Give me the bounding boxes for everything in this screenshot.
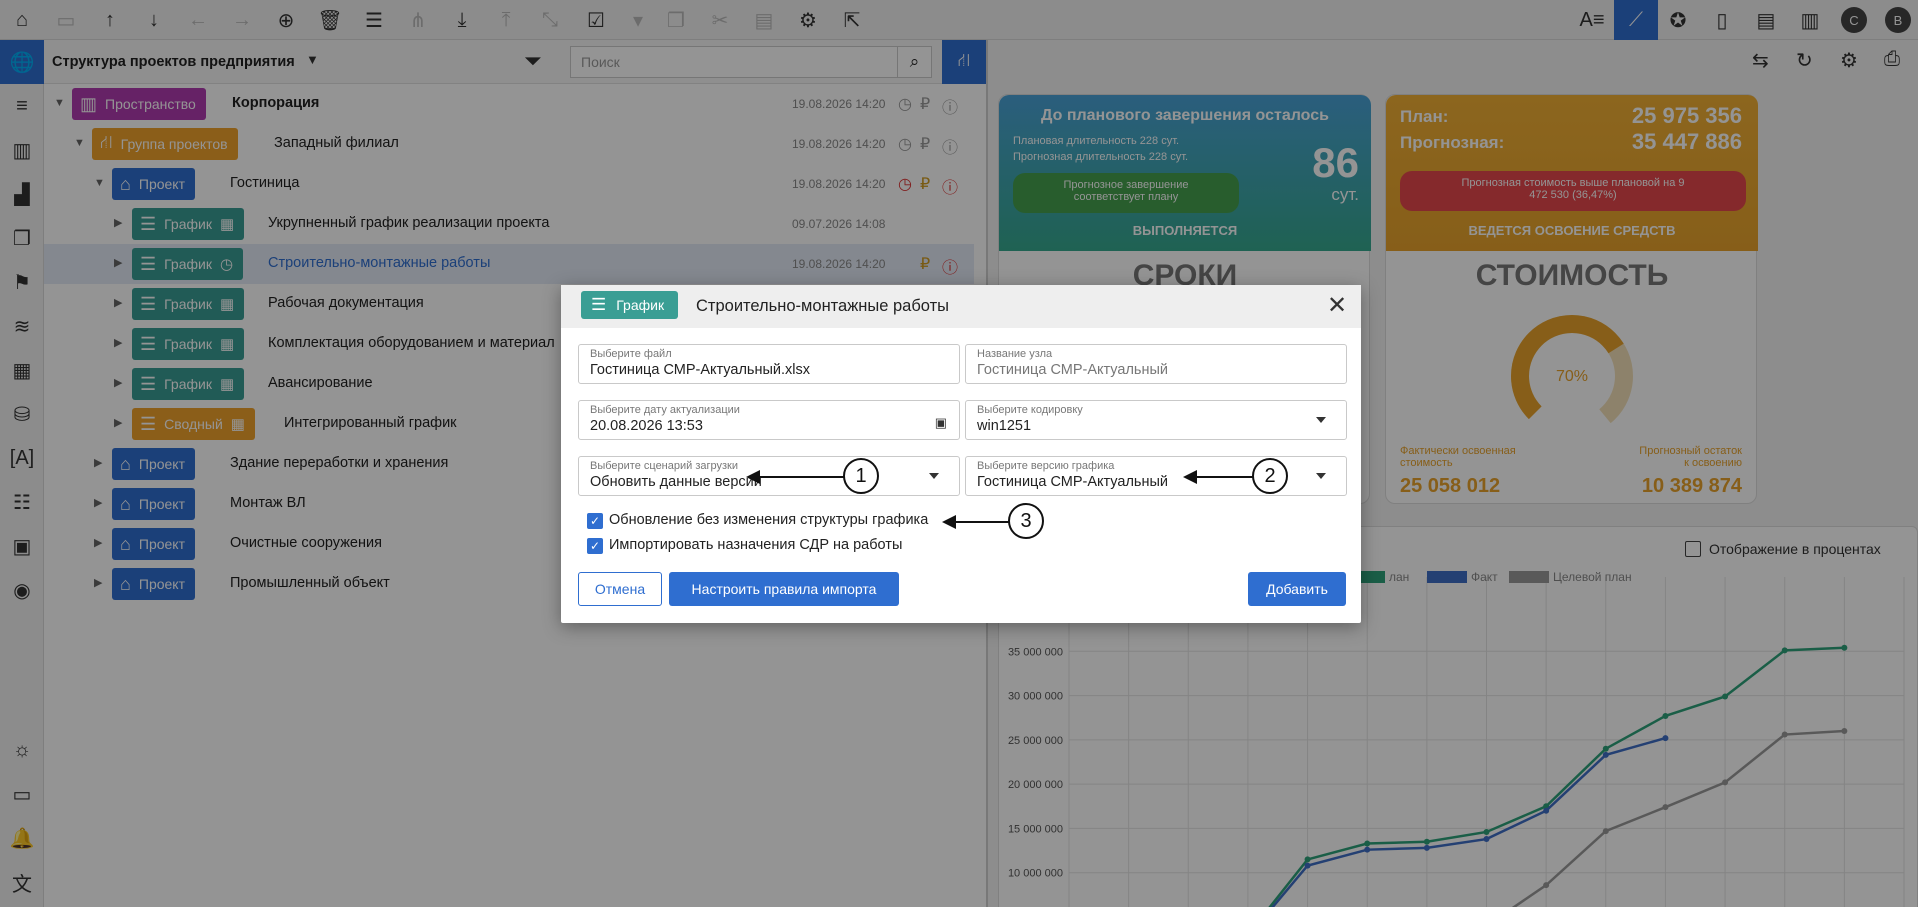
dialog-type-badge: ☰ График [581, 291, 679, 319]
close-icon[interactable]: ✕ [1323, 291, 1351, 319]
import-rules-button[interactable]: Настроить правила импорта [669, 572, 899, 606]
date-value: 20.08.2026 13:53 [590, 418, 703, 434]
callout-3: 3 [1008, 503, 1044, 539]
encoding-value: win1251 [977, 418, 1032, 434]
import-wbs-label: Импортировать назначения СДР на работы [609, 537, 903, 553]
callout-arrow-1 [746, 470, 846, 484]
encoding-label: Выберите кодировку [977, 404, 1083, 416]
node-name-field[interactable]: Название узла Гостиница СМР-Актуальный [965, 344, 1347, 384]
node-value: Гостиница СМР-Актуальный [977, 362, 1169, 378]
version-value: Гостиница СМР-Актуальный [977, 474, 1169, 490]
chevron-down-icon [1316, 417, 1326, 423]
import-dialog: ☰ График Строительно-монтажные работы ✕ … [561, 285, 1361, 623]
scenario-value: Обновить данные версии [590, 474, 762, 490]
cancel-button[interactable]: Отмена [578, 572, 662, 606]
callout-1: 1 [843, 458, 879, 494]
node-label: Название узла [977, 348, 1053, 360]
callout-arrow-2 [1183, 470, 1257, 484]
chevron-down-icon [1316, 473, 1326, 479]
encoding-select[interactable]: Выберите кодировку win1251 [965, 400, 1347, 440]
file-value: Гостиница СМР-Актуальный.xlsx [590, 362, 811, 378]
callout-2: 2 [1252, 458, 1288, 494]
schedule-icon: ☰ [591, 295, 607, 314]
structure-update-checkbox[interactable]: ✓ [587, 513, 603, 529]
dialog-header: ☰ График Строительно-монтажные работы ✕ [561, 285, 1361, 328]
date-field[interactable]: Выберите дату актуализации 20.08.2026 13… [578, 400, 960, 440]
scenario-label: Выберите сценарий загрузки [590, 460, 739, 472]
chevron-down-icon [929, 473, 939, 479]
file-label: Выберите файл [590, 348, 672, 360]
structure-update-label: Обновление без изменения структуры графи… [609, 512, 929, 528]
version-select[interactable]: Выберите версию графика Гостиница СМР-Ак… [965, 456, 1347, 496]
import-wbs-checkbox[interactable]: ✓ [587, 538, 603, 554]
add-button[interactable]: Добавить [1248, 572, 1346, 606]
date-label: Выберите дату актуализации [590, 404, 740, 416]
callout-arrow-3 [942, 515, 1010, 529]
dialog-title: Строительно-монтажные работы [696, 297, 950, 315]
badge-label: График [616, 297, 665, 313]
file-field[interactable]: Выберите файл Гостиница СМР-Актуальный.x… [578, 344, 960, 384]
version-label: Выберите версию графика [977, 460, 1115, 472]
calendar-icon[interactable]: ▣ [935, 415, 947, 431]
